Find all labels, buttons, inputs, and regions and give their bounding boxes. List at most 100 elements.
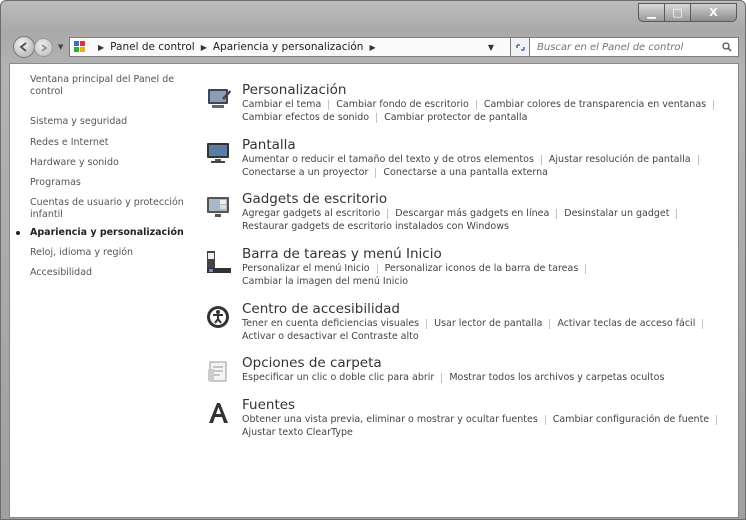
content-area: Ventana principal del Panel de control S…	[9, 63, 739, 518]
task-link[interactable]: Aumentar o reducir el tamaño del texto y…	[242, 154, 534, 167]
category-desktop-gadgets: Gadgets de escritorio Agregar gadgets al…	[206, 191, 726, 235]
personalization-icon[interactable]	[206, 86, 232, 110]
category-title[interactable]: Fuentes	[242, 397, 295, 413]
category-title[interactable]: Gadgets de escritorio	[242, 191, 387, 207]
category-links: Aumentar o reducir el tamaño del texto y…	[242, 154, 732, 179]
category-title[interactable]: Personalización	[242, 82, 347, 98]
task-link[interactable]: Tener en cuenta deficiencias visuales	[242, 318, 419, 331]
sidebar-item-appearance[interactable]: Apariencia y personalización	[16, 227, 190, 239]
divider	[702, 319, 704, 330]
category-title[interactable]: Barra de tareas y menú Inicio	[242, 246, 442, 262]
sidebar-item-programs[interactable]: Programas	[30, 177, 190, 189]
category-links: Agregar gadgets al escritorio Descargar m…	[242, 208, 732, 233]
refresh-button[interactable]	[510, 37, 530, 57]
breadcrumb-arrow-icon[interactable]: ▶	[98, 43, 104, 52]
divider	[544, 415, 546, 426]
gadgets-icon[interactable]	[206, 195, 232, 219]
sidebar-item-network-internet[interactable]: Redes e Internet	[30, 137, 190, 149]
sidebar-item-system-security[interactable]: Sistema y seguridad	[30, 116, 190, 128]
task-link[interactable]: Activar teclas de acceso fácil	[557, 318, 695, 331]
forward-button[interactable]	[34, 38, 53, 57]
task-link[interactable]: Conectarse a un proyector	[242, 167, 368, 180]
address-dropdown-icon[interactable]: ▼	[488, 43, 494, 52]
task-link[interactable]: Descargar más gadgets en línea	[395, 208, 549, 221]
task-link[interactable]: Mostrar todos los archivos y carpetas oc…	[449, 372, 664, 385]
task-link[interactable]: Conectarse a una pantalla externa	[383, 167, 548, 180]
window-controls: ▁ □ X	[638, 3, 737, 22]
divider	[713, 100, 715, 111]
divider	[540, 155, 542, 166]
breadcrumb-arrow-icon[interactable]: ▶	[201, 43, 207, 52]
category-fonts: Fuentes Obtener una vista previa, elimin…	[206, 397, 726, 441]
task-link[interactable]: Cambiar protector de pantalla	[384, 112, 527, 125]
category-taskbar: Barra de tareas y menú Inicio Personaliz…	[206, 246, 726, 290]
divider	[375, 167, 377, 178]
taskbar-icon[interactable]	[206, 250, 232, 274]
fonts-icon[interactable]	[206, 401, 232, 425]
back-arrow-icon	[19, 42, 27, 52]
back-button[interactable]	[13, 36, 35, 58]
task-link[interactable]: Desinstalar un gadget	[564, 208, 669, 221]
task-link[interactable]: Restaurar gadgets de escritorio instalad…	[242, 221, 509, 234]
control-panel-icon	[74, 41, 88, 53]
accessibility-icon[interactable]	[206, 305, 232, 329]
control-panel-window: ▁ □ X ▼ ▶ Panel de control ▶ Apariencia …	[0, 0, 746, 520]
address-bar[interactable]: ▶ Panel de control ▶ Apariencia y person…	[69, 37, 530, 57]
task-link[interactable]: Cambiar la imagen del menú Inicio	[242, 276, 408, 289]
category-personalization: Personalización Cambiar el tema Cambiar f…	[206, 82, 726, 126]
divider	[441, 373, 443, 384]
category-links: Cambiar el tema Cambiar fondo de escritor…	[242, 99, 732, 124]
task-link[interactable]: Cambiar colores de transparencia en vent…	[484, 99, 706, 112]
sidebar-item-user-accounts[interactable]: Cuentas de usuario y protección infantil	[30, 197, 190, 220]
task-link[interactable]: Ajustar texto ClearType	[242, 427, 353, 440]
sidebar: Ventana principal del Panel de control S…	[10, 64, 190, 517]
divider	[676, 209, 678, 220]
category-links: Personalizar el menú Inicio Personalizar …	[242, 263, 732, 288]
task-link[interactable]: Ajustar resolución de pantalla	[549, 154, 691, 167]
task-link[interactable]: Especificar un clic o doble clic para ab…	[242, 372, 434, 385]
category-title[interactable]: Centro de accesibilidad	[242, 301, 400, 317]
task-link[interactable]: Activar o desactivar el Contraste alto	[242, 331, 419, 344]
forward-arrow-icon	[41, 43, 47, 52]
recent-pages-dropdown-icon[interactable]: ▼	[58, 43, 63, 51]
category-title[interactable]: Opciones de carpeta	[242, 355, 382, 371]
sidebar-item-hardware-sound[interactable]: Hardware y sonido	[30, 157, 190, 169]
search-input[interactable]	[537, 41, 717, 53]
sidebar-item-clock-language[interactable]: Reloj, idioma y región	[30, 247, 190, 259]
close-button[interactable]: X	[691, 3, 737, 22]
task-link[interactable]: Usar lector de pantalla	[434, 318, 542, 331]
active-bullet-icon	[16, 231, 20, 235]
display-icon[interactable]	[206, 141, 232, 165]
task-link[interactable]: Personalizar el menú Inicio	[242, 263, 370, 276]
title-bar[interactable]: ▁ □ X	[1, 1, 745, 29]
breadcrumb-control-panel[interactable]: Panel de control	[110, 41, 195, 53]
task-link[interactable]: Cambiar efectos de sonido	[242, 112, 369, 125]
category-display: Pantalla Aumentar o reducir el tamaño de…	[206, 137, 726, 181]
sidebar-item-accessibility[interactable]: Accesibilidad	[30, 267, 190, 279]
search-icon[interactable]	[722, 42, 732, 52]
task-link[interactable]: Cambiar configuración de fuente	[553, 414, 709, 427]
navigation-bar: ▼ ▶ Panel de control ▶ Apariencia y pers…	[1, 31, 745, 61]
task-link[interactable]: Cambiar el tema	[242, 99, 321, 112]
divider	[716, 415, 718, 426]
maximize-button[interactable]: □	[665, 3, 691, 22]
search-box[interactable]	[529, 37, 739, 57]
divider	[556, 209, 558, 220]
task-link[interactable]: Cambiar fondo de escritorio	[336, 99, 469, 112]
divider	[585, 264, 587, 275]
category-links: Especificar un clic o doble clic para ab…	[242, 372, 732, 385]
task-link[interactable]: Personalizar iconos de la barra de tarea…	[385, 263, 579, 276]
task-link[interactable]: Agregar gadgets al escritorio	[242, 208, 380, 221]
folder-options-icon[interactable]	[206, 359, 232, 383]
category-folder-options: Opciones de carpeta Especificar un clic …	[206, 355, 726, 387]
task-link[interactable]: Obtener una vista previa, eliminar o mos…	[242, 414, 538, 427]
divider	[376, 112, 378, 123]
minimize-button[interactable]: ▁	[638, 3, 665, 22]
sidebar-item-label: Apariencia y personalización	[30, 227, 184, 238]
breadcrumb-appearance[interactable]: Apariencia y personalización	[213, 41, 364, 53]
breadcrumb-arrow-icon[interactable]: ▶	[369, 43, 375, 52]
divider	[328, 100, 330, 111]
sidebar-item-control-panel-home[interactable]: Ventana principal del Panel de control	[30, 74, 190, 97]
category-title[interactable]: Pantalla	[242, 137, 296, 153]
divider	[549, 319, 551, 330]
